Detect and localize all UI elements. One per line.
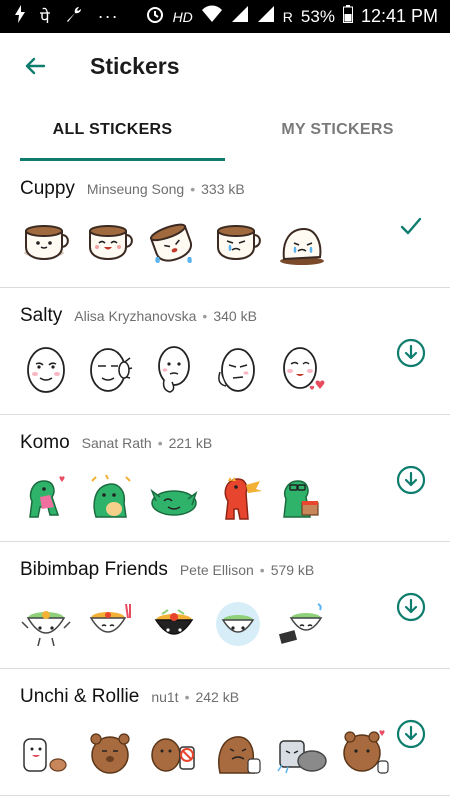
sticker-dino: [20, 471, 72, 523]
sticker-dino: [212, 471, 264, 523]
sticker-bear: [276, 725, 328, 777]
download-icon: [396, 719, 426, 749]
download-button[interactable]: [396, 465, 426, 495]
sticker-pack[interactable]: Bibimbap Friends Pete Ellison • 579 kB: [0, 542, 450, 669]
pack-size: 221 kB: [168, 435, 213, 451]
pack-author: nu1t: [151, 689, 179, 705]
sticker-face: [20, 344, 72, 396]
sticker-preview-row: [20, 598, 328, 650]
page-title: Stickers: [90, 52, 180, 79]
notification-text: पे: [40, 8, 50, 27]
clock: 12:41 PM: [360, 6, 438, 26]
sticker-preview-row: [20, 725, 392, 777]
pack-size: 340 kB: [213, 308, 257, 324]
sticker-face: [84, 344, 136, 396]
pack-author: Sanat Rath: [81, 435, 152, 451]
tab-my-stickers[interactable]: MY STICKERS: [225, 99, 450, 161]
app-bar: Stickers: [0, 33, 450, 99]
pack-author: Minseung Song: [86, 181, 185, 197]
sticker-pack-list: Cuppy Minseung Song • 333 kB Salty Alisa…: [0, 161, 450, 796]
pack-size: 333 kB: [201, 181, 245, 197]
sticker-bowl: [84, 598, 136, 650]
sticker-pack[interactable]: Salty Alisa Kryzhanovska • 340 kB: [0, 288, 450, 415]
sticker-preview-row: [20, 344, 328, 396]
more-icon: ···: [97, 6, 119, 26]
separator-dot: •: [259, 562, 265, 578]
pack-name: Unchi & Rollie: [20, 686, 140, 707]
tab-all-stickers[interactable]: ALL STICKERS: [0, 99, 225, 161]
sticker-cup: [212, 217, 264, 269]
network-type: HD: [172, 8, 193, 25]
sticker-cup: [276, 217, 328, 269]
separator-dot: •: [157, 435, 163, 451]
pack-author: Pete Ellison: [179, 562, 254, 578]
pack-name: Bibimbap Friends: [20, 559, 168, 580]
pack-size: 579 kB: [270, 562, 315, 578]
pack-author: Alisa Kryzhanovska: [74, 308, 197, 324]
download-button[interactable]: [396, 719, 426, 749]
download-button[interactable]: [396, 338, 426, 368]
sticker-face: [276, 344, 328, 396]
status-bar: पे ··· HD R 53% 12:41 PM: [0, 0, 450, 33]
pack-name: Komo: [20, 432, 70, 453]
sticker-pack[interactable]: Komo Sanat Rath • 221 kB: [0, 415, 450, 542]
sticker-dino: [84, 471, 136, 523]
sticker-bowl: [212, 598, 264, 650]
pack-name: Salty: [20, 305, 63, 326]
sticker-bear: [20, 725, 72, 777]
sticker-cup: [20, 217, 72, 269]
download-icon: [396, 592, 426, 622]
sticker-bowl: [20, 598, 72, 650]
separator-dot: •: [184, 689, 190, 705]
sticker-bowl: [276, 598, 328, 650]
installed-check-button[interactable]: [396, 211, 426, 241]
wifi-icon: [201, 5, 223, 28]
sticker-pack[interactable]: Cuppy Minseung Song • 333 kB: [0, 161, 450, 288]
signal-icon-2: [257, 5, 275, 28]
sticker-dino: [276, 471, 328, 523]
sticker-bowl: [148, 598, 200, 650]
download-icon: [396, 465, 426, 495]
signal-icon: [231, 5, 249, 28]
download-button[interactable]: [396, 592, 426, 622]
sticker-cup: [84, 217, 136, 269]
alarm-icon: [145, 4, 165, 29]
sticker-bear: [340, 725, 392, 777]
sticker-bear: [84, 725, 136, 777]
pack-size: 242 kB: [195, 689, 240, 705]
back-button[interactable]: [21, 52, 49, 80]
sticker-preview-row: [20, 471, 328, 523]
sticker-face: [148, 344, 200, 396]
sticker-pack[interactable]: Unchi & Rollie nu1t • 242 kB: [0, 669, 450, 796]
check-icon: [400, 217, 422, 235]
roaming-indicator: R: [282, 8, 293, 25]
sticker-bear: [148, 725, 200, 777]
sticker-face: [212, 344, 264, 396]
wrench-icon: [64, 4, 84, 29]
sticker-preview-row: [20, 217, 328, 269]
battery-icon: [342, 5, 353, 28]
sticker-cup: [148, 217, 200, 269]
separator-dot: •: [202, 308, 208, 324]
sticker-dino: [148, 471, 200, 523]
pack-name: Cuppy: [20, 178, 75, 199]
sticker-bear: [212, 725, 264, 777]
download-icon: [396, 338, 426, 368]
tab-bar: ALL STICKERS MY STICKERS: [0, 99, 450, 161]
separator-dot: •: [190, 181, 196, 197]
lightning-icon: [14, 5, 26, 28]
back-arrow-icon: [25, 57, 46, 75]
battery-percent: 53%: [300, 6, 335, 26]
